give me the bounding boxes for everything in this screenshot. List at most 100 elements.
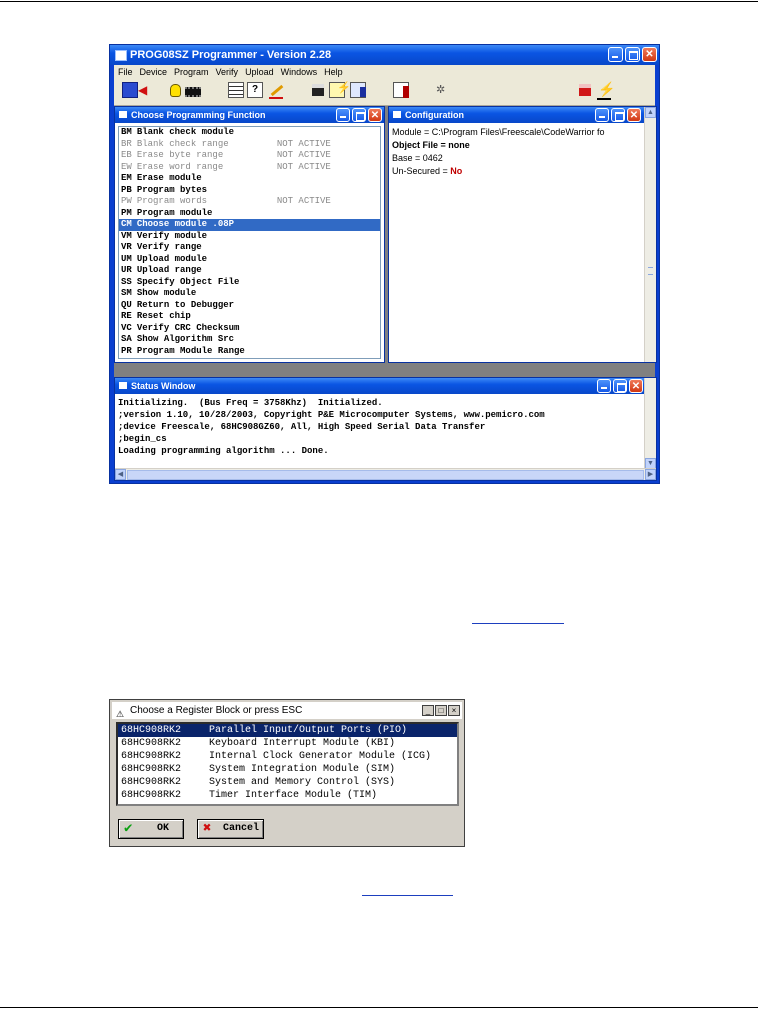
close-icon: ✕ [370, 110, 380, 121]
function-label: Program words [136, 196, 208, 206]
function-item-vc[interactable]: VC Verify CRC Checksum [119, 323, 380, 335]
function-code: BR [121, 138, 132, 149]
scroll-right-icon[interactable]: ▶ [645, 469, 656, 480]
menu-program[interactable]: Program [174, 67, 209, 77]
function-code: EB [121, 150, 132, 160]
minimize-icon [612, 56, 618, 58]
check-icon: ✔ [124, 821, 133, 837]
toolbar-verify-button[interactable] [350, 82, 368, 102]
maximize-icon [617, 383, 626, 392]
dialog-title-bar[interactable]: ⚠ Choose a Register Block or press ESC _… [112, 702, 462, 719]
scroll-left-icon[interactable]: ◀ [115, 469, 126, 480]
menu-windows[interactable]: Windows [281, 67, 318, 77]
toolbar-help-button[interactable]: ? [247, 82, 265, 102]
function-item-pw[interactable]: PW Program words NOT ACTIVE [119, 196, 380, 208]
function-item-br[interactable]: BR Blank check range NOT ACTIVE [119, 139, 380, 151]
menu-device[interactable]: Device [140, 67, 168, 77]
register-block-item[interactable]: 68HC908RK2 Internal Clock Generator Modul… [118, 750, 457, 763]
choose-function-minimize-button[interactable] [336, 108, 350, 122]
function-item-ur[interactable]: UR Upload range [119, 265, 380, 277]
hyperlink-underline-2[interactable] [362, 895, 453, 896]
function-item-sm[interactable]: SM Show module [119, 288, 380, 300]
status-hscrollbar[interactable]: ◀ ▶ [115, 468, 656, 480]
toolbar-program-button[interactable]: ⚡ [329, 82, 351, 102]
function-item-re[interactable]: RE Reset chip [119, 311, 380, 323]
function-item-pm[interactable]: PM Program module [119, 208, 380, 220]
configuration-close-button[interactable]: ✕ [627, 108, 641, 122]
toolbar-chip-button[interactable] [184, 82, 202, 102]
function-item-um[interactable]: UM Upload module [119, 254, 380, 266]
close-icon: ✕ [629, 110, 639, 121]
function-code: BM [121, 127, 132, 137]
function-item-vm[interactable]: VM Verify module [119, 231, 380, 243]
verify-mark-icon [360, 87, 366, 97]
configuration-title-bar[interactable]: Configuration ✕ [389, 107, 645, 123]
function-item-sa[interactable]: SA Show Algorithm Src [119, 334, 380, 346]
maximize-icon [615, 112, 624, 121]
maximize-button[interactable] [625, 47, 640, 62]
toolbar-connect-button[interactable]: ◀ [122, 82, 152, 102]
sparkle-icon: ✲ [436, 84, 446, 96]
toolbar-edit-button[interactable] [268, 82, 284, 102]
status-scrollbar[interactable]: ▼ [644, 378, 656, 469]
toolbar-settings-button[interactable]: ✲ [434, 82, 448, 102]
status-line: ;device Freescale, 68HC908GZ60, All, Hig… [118, 422, 486, 432]
choose-function-close-button[interactable]: ✕ [368, 108, 382, 122]
status-close-button[interactable]: ✕ [629, 379, 643, 393]
register-block-item[interactable]: 68HC908RK2 Parallel Input/Output Ports (P… [118, 724, 457, 737]
configuration-minimize-button[interactable] [595, 108, 609, 122]
hyperlink-underline-1[interactable] [472, 623, 564, 624]
hscroll-thumb[interactable] [127, 470, 644, 480]
register-block-item[interactable]: 68HC908RK2 Timer Interface Module (TIM) [118, 789, 457, 802]
dialog-close-button[interactable]: × [448, 705, 460, 716]
dialog-app-icon: ⚠ [116, 709, 125, 719]
toolbar-flash-button[interactable]: ⚡ [596, 81, 616, 102]
minimize-button[interactable] [608, 47, 623, 62]
function-code: UR [121, 265, 132, 275]
toolbar-save-red-button[interactable] [578, 82, 592, 102]
register-block-item[interactable]: 68HC908RK2 System Integration Module (SIM… [118, 763, 457, 776]
function-item-ss[interactable]: SS Specify Object File [119, 277, 380, 289]
connect-icon [122, 82, 138, 98]
toolbar-upload-button[interactable] [393, 82, 411, 102]
choose-function-title-bar[interactable]: Choose Programming Function ✕ [115, 107, 384, 123]
choose-function-maximize-button[interactable] [352, 108, 366, 122]
toolbar-save-button[interactable] [311, 82, 325, 102]
configuration-maximize-button[interactable] [611, 108, 625, 122]
lightbulb-icon [170, 84, 181, 97]
menu-upload[interactable]: Upload [245, 67, 274, 77]
function-item-eb[interactable]: EB Erase byte range NOT ACTIVE [119, 150, 380, 162]
status-minimize-button[interactable] [597, 379, 611, 393]
menu-help[interactable]: Help [324, 67, 343, 77]
status-title-bar[interactable]: Status Window ✕ [115, 378, 645, 394]
red-flash-icon: ⚡ [598, 81, 616, 97]
configuration-info: Module = C:\Program Files\Freescale\Code… [392, 126, 642, 359]
function-item-bm[interactable]: BM Blank check module [119, 127, 380, 139]
status-maximize-button[interactable] [613, 379, 627, 393]
scroll-up-icon[interactable]: ▲ [645, 107, 656, 118]
function-item-pb[interactable]: PB Program bytes [119, 185, 380, 197]
menu-verify[interactable]: Verify [216, 67, 239, 77]
function-label: Verify range [136, 242, 202, 252]
function-item-qu[interactable]: QU Return to Debugger [119, 300, 380, 312]
toolbar-bulb-button[interactable] [168, 82, 182, 102]
function-item-em[interactable]: EM Erase module [119, 173, 380, 185]
function-item-pr[interactable]: PR Program Module Range [119, 346, 380, 358]
app-title-bar[interactable]: PROG08SZ Programmer - Version 2.28 ✕ [110, 45, 659, 65]
function-item-cm[interactable]: CM Choose module .08P [119, 219, 380, 231]
ok-button[interactable]: ✔ OK [118, 819, 184, 839]
close-button[interactable]: ✕ [642, 47, 657, 62]
menu-file[interactable]: File [118, 67, 133, 77]
register-block-item[interactable]: 68HC908RK2 Keyboard Interrupt Module (KBI… [118, 737, 457, 750]
configuration-scrollbar[interactable]: ▲ [644, 107, 656, 362]
flash-underline-icon [597, 98, 611, 100]
cancel-button[interactable]: ✖ Cancel [197, 819, 264, 839]
register-block-item[interactable]: 68HC908RK2 System and Memory Control (SYS… [118, 776, 457, 789]
function-item-vr[interactable]: VR Verify range [119, 242, 380, 254]
function-item-ew[interactable]: EW Erase word range NOT ACTIVE [119, 162, 380, 174]
dialog-minimize-button[interactable]: _ [422, 705, 434, 716]
toolbar-grid-button[interactable] [228, 82, 244, 102]
dialog-maximize-button[interactable]: □ [435, 705, 447, 716]
register-chip: 68HC908RK2 [121, 790, 182, 801]
red-disk-icon [579, 84, 591, 96]
